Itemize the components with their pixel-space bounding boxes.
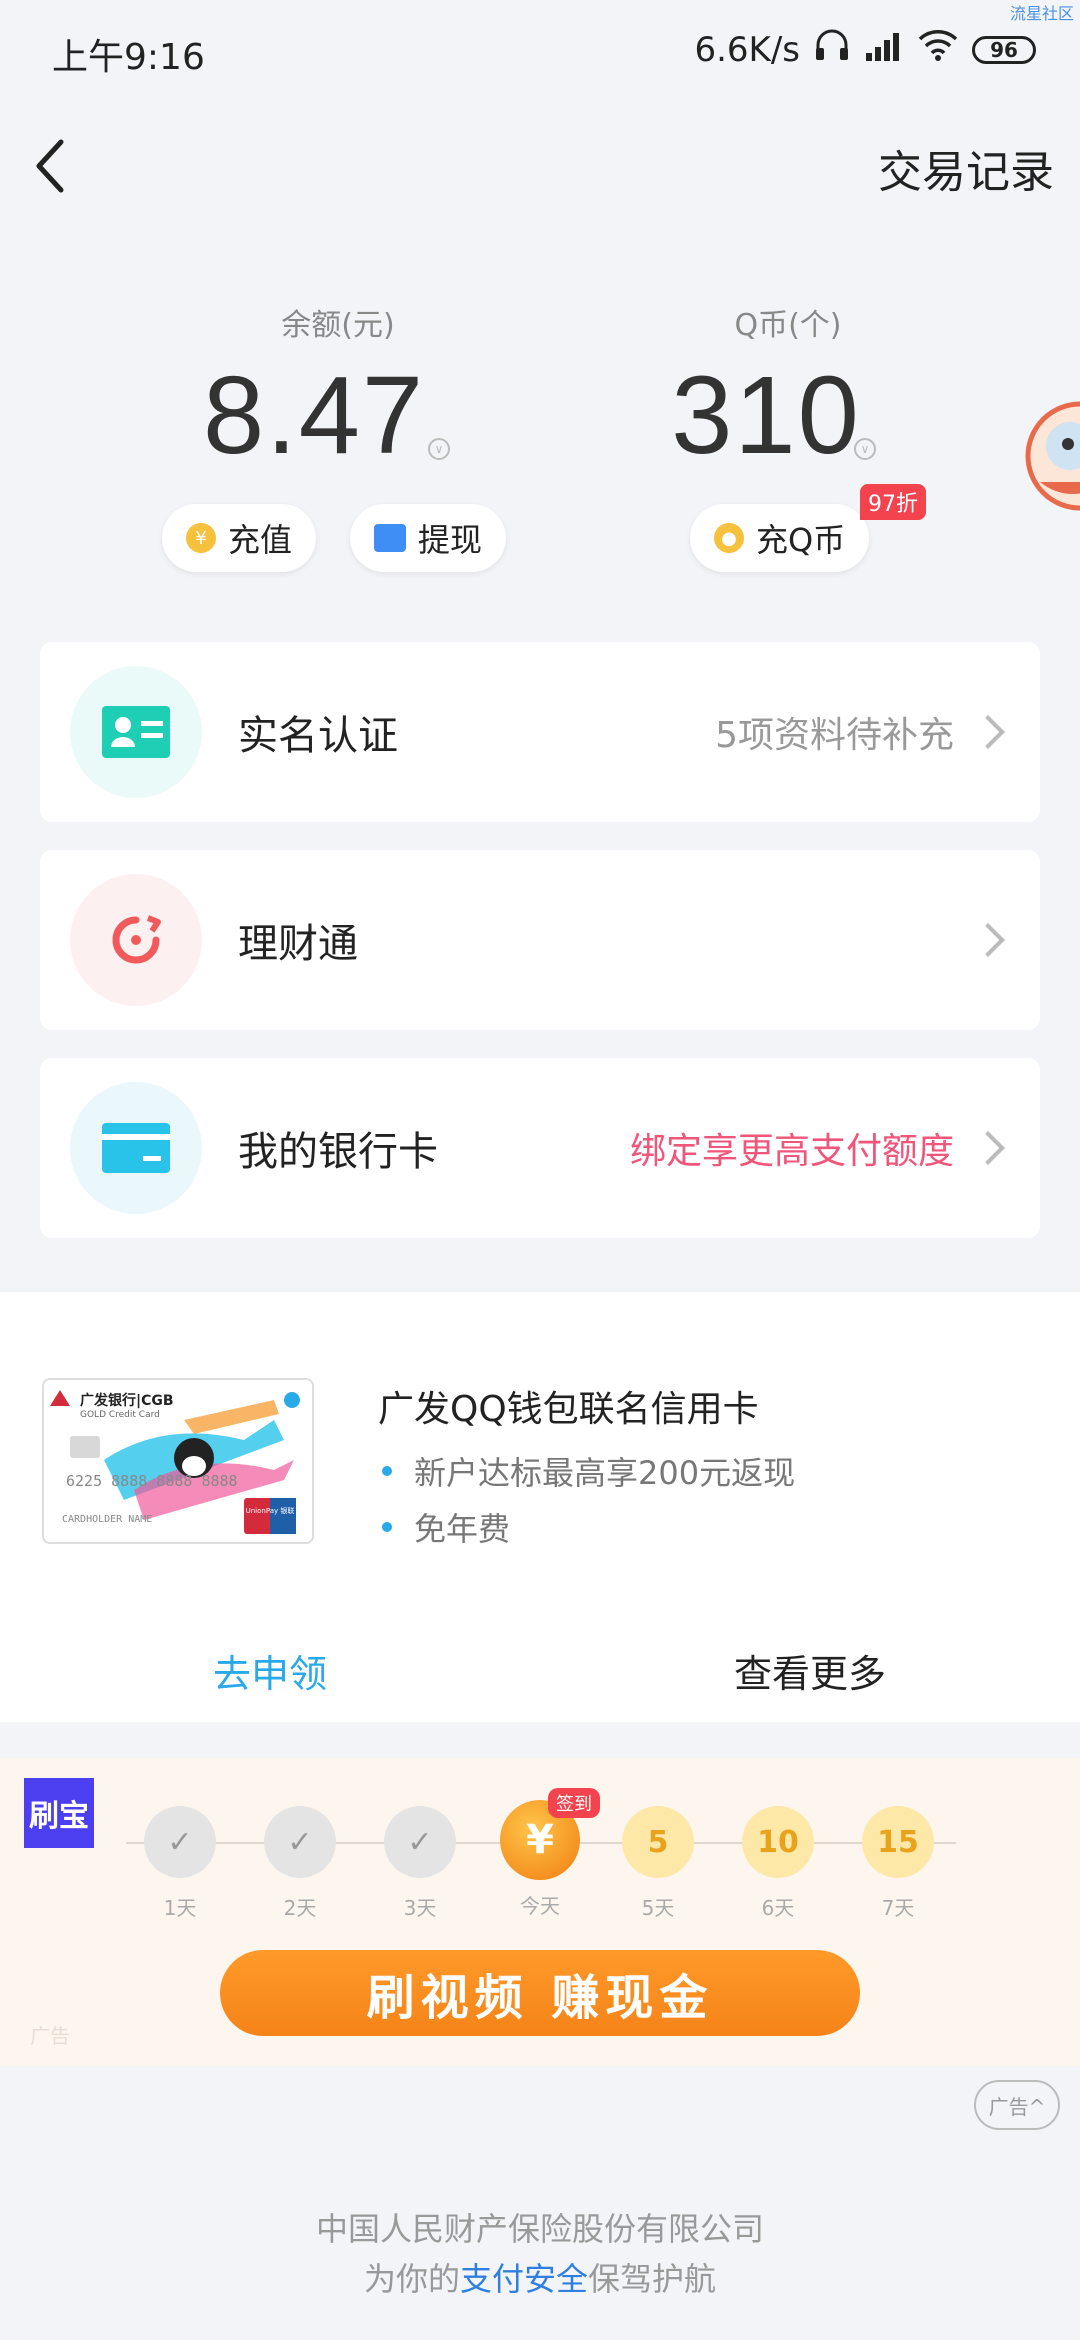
step-day: 今天 [520, 1894, 560, 1918]
step-day: 5天 [641, 1896, 675, 1920]
checkin-step: 10 6天 [742, 1806, 814, 1921]
headphones-icon [814, 28, 850, 71]
footer-company: 中国人民财产保险股份有限公司 [315, 2210, 764, 2248]
reward-amount: 15 [862, 1806, 934, 1878]
transaction-records-link[interactable]: 交易记录 [878, 136, 1054, 200]
footer-text: 为你的 [363, 2260, 460, 2298]
bank-card-icon [102, 1123, 170, 1173]
status-time: 上午9:16 [52, 37, 205, 78]
battery-indicator: 96 [972, 35, 1036, 64]
chevron-down-icon[interactable]: ∨ [428, 438, 450, 460]
step-day: 6天 [761, 1896, 795, 1920]
yuan-coin-icon: ¥ [186, 523, 216, 553]
step-day: 1天 [163, 1896, 197, 1920]
recharge-qcoin-button[interactable]: ● 充Q币 [690, 504, 870, 572]
apply-button[interactable]: 去申领 [0, 1620, 540, 1720]
check-icon: ✓ [384, 1806, 456, 1878]
promo-bullet-text: 新户达标最高享200元返现 [414, 1454, 796, 1492]
card-icon-bg [70, 1082, 202, 1214]
promo-bullet: 免年费 [382, 1504, 510, 1550]
signal-icon [864, 30, 904, 70]
card-icon-bg [70, 666, 202, 798]
recharge-button[interactable]: ¥ 充值 [162, 504, 317, 572]
status-indicators: 6.6K/s 96 [694, 28, 1036, 71]
back-button[interactable] [14, 126, 84, 206]
card-note: 绑定享更高支付额度 [629, 1131, 954, 1172]
reward-amount: 5 [622, 1806, 694, 1878]
licaitong-icon [112, 915, 161, 964]
promo-bullet-text: 免年费 [414, 1510, 511, 1548]
discount-badge: 97折 [860, 484, 926, 520]
qcoin-label: Q币(个) [734, 308, 842, 343]
checkin-step: ✓ 2天 [264, 1806, 336, 1921]
checkin-step: 5 5天 [622, 1806, 694, 1921]
promo-bullet: 新户达标最高享200元返现 [382, 1448, 795, 1494]
card-holder: CARDHOLDER NAME [62, 1514, 153, 1525]
chevron-down-icon[interactable]: ∨ [854, 438, 876, 460]
ad-options-button[interactable]: 广告^ [974, 2080, 1060, 2130]
network-speed: 6.6K/s [694, 29, 800, 70]
app-logo: 刷宝 [24, 1778, 94, 1848]
card-number: 6225 8888 8888 8888 [66, 1472, 238, 1490]
bullet-dot [382, 1466, 392, 1476]
bullet-dot [382, 1522, 392, 1532]
checkin-step: 15 7天 [862, 1806, 934, 1921]
card-bank-name: 广发银行|CGB [80, 1393, 174, 1409]
card-icon-bg [70, 874, 202, 1006]
card-title: 理财通 [238, 921, 358, 967]
promo-actions: 去申领 查看更多 [0, 1620, 1080, 1720]
promo-title: 广发QQ钱包联名信用卡 [378, 1389, 759, 1430]
withdraw-button[interactable]: 提现 [350, 504, 507, 572]
card-title: 我的银行卡 [238, 1129, 438, 1175]
recharge-label: 充值 [228, 521, 293, 559]
payment-security-link[interactable]: 支付安全 [460, 2260, 588, 2298]
wallet-icon [374, 524, 406, 552]
card-subtitle: GOLD Credit Card [80, 1410, 160, 1420]
chevron-right-icon [971, 715, 1005, 749]
recharge-qcoin-label: 充Q币 [756, 521, 846, 559]
step-day: 7天 [881, 1896, 915, 1920]
bank-cards-card[interactable]: 我的银行卡 绑定享更高支付额度 [40, 1058, 1040, 1238]
view-more-button[interactable]: 查看更多 [540, 1620, 1080, 1720]
check-icon: ✓ [264, 1806, 336, 1878]
footer-text: 保驾护航 [588, 2260, 717, 2298]
credit-card-image[interactable]: 广发银行|CGB GOLD Credit Card 6225 8888 8888… [42, 1378, 314, 1544]
step-day: 3天 [403, 1896, 437, 1920]
watermark-text: 流星社区 [1009, 4, 1074, 23]
step-day: 2天 [283, 1896, 317, 1920]
watch-video-earn-cash-button[interactable]: 刷视频 赚现金 [220, 1950, 860, 2036]
reward-amount: 10 [742, 1806, 814, 1878]
mascot-icon [1025, 401, 1080, 511]
checkin-badge: 签到 [548, 1788, 600, 1818]
licaitong-card[interactable]: 理财通 [40, 850, 1040, 1030]
ad-tag: 广告 [30, 2024, 70, 2048]
balance-label: 余额(元) [281, 308, 395, 343]
real-name-verification-card[interactable]: 实名认证 5项资料待补充 [40, 642, 1040, 822]
card-title: 实名认证 [238, 713, 398, 759]
qcoin-icon: ● [714, 523, 744, 553]
chevron-left-icon [36, 139, 64, 193]
card-network: UnionPay 银联 [245, 1507, 295, 1515]
chevron-right-icon [971, 1131, 1005, 1165]
withdraw-label: 提现 [418, 521, 483, 559]
footer-tagline: 为你的支付安全保驾护航 [0, 2254, 1080, 2300]
card-note: 5项资料待补充 [715, 715, 954, 756]
id-card-icon [102, 706, 170, 758]
floating-mascot[interactable] [1010, 386, 1080, 526]
chevron-right-icon [971, 923, 1005, 957]
wifi-icon [918, 29, 958, 70]
check-icon: ✓ [144, 1806, 216, 1878]
checkin-step: ✓ 3天 [384, 1806, 456, 1921]
checkin-step: ✓ 1天 [144, 1806, 216, 1921]
qcoin-value[interactable]: 310 [586, 352, 946, 479]
